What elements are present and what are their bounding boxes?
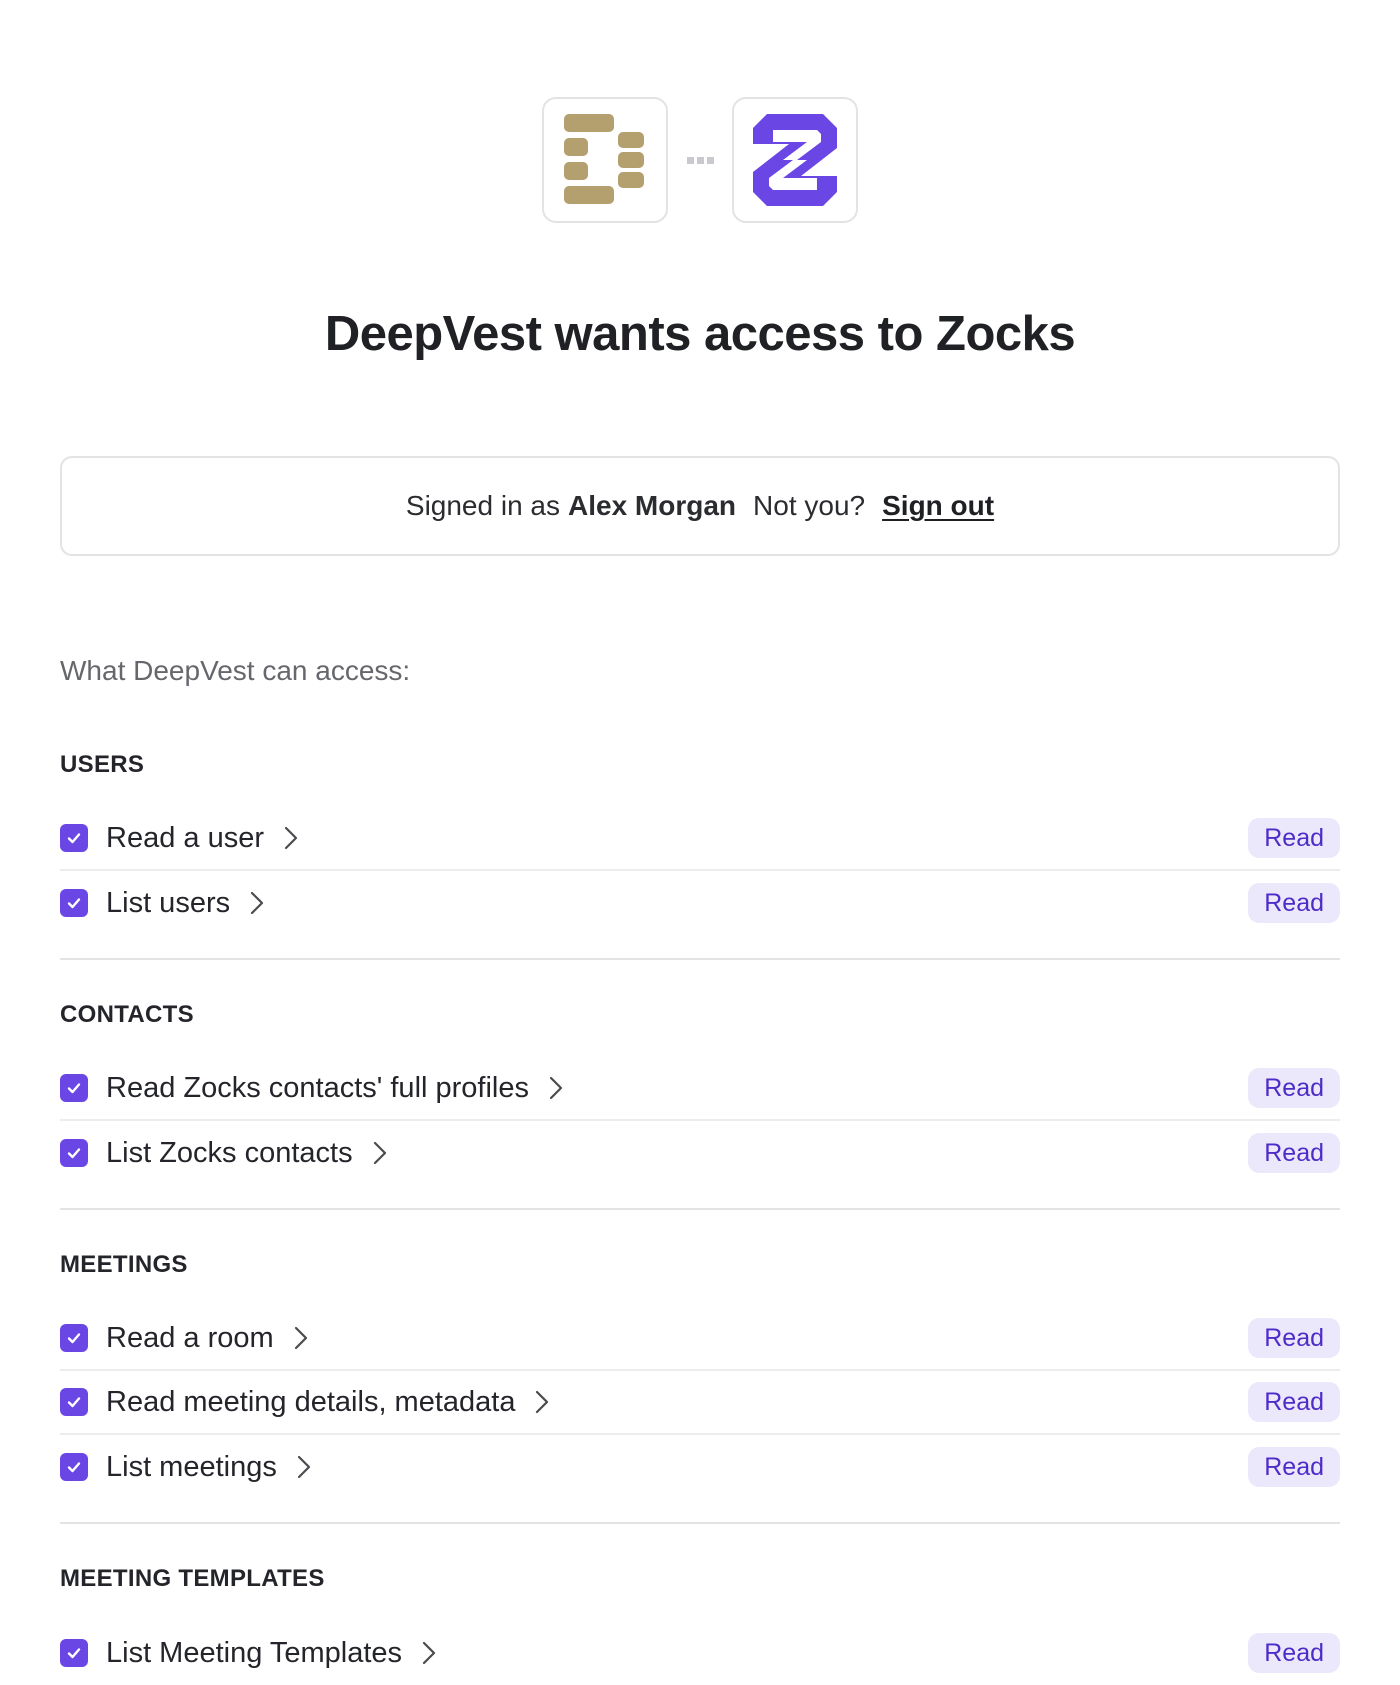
chevron-right-icon[interactable]: [294, 1326, 308, 1350]
read-badge: Read: [1248, 1633, 1340, 1673]
app-logos: [0, 96, 1400, 224]
permission-checkbox[interactable]: [60, 1324, 88, 1352]
chevron-right-icon[interactable]: [549, 1076, 563, 1100]
user-name: Alex Morgan: [568, 490, 737, 521]
section-title: MEETINGS: [60, 1251, 188, 1278]
read-badge: Read: [1248, 1382, 1340, 1422]
section-contacts: CONTACTS Read Zocks contacts' full profi…: [60, 995, 1340, 1185]
read-badge: Read: [1248, 883, 1340, 923]
check-icon: [67, 1333, 81, 1344]
zocks-logo-icon: [753, 114, 837, 206]
check-icon: [67, 1648, 81, 1659]
permission-row: Read a room Read: [60, 1307, 1340, 1371]
permission-row: Read Zocks contacts' full profiles Read: [60, 1057, 1340, 1121]
permission-label: List users: [106, 886, 231, 919]
permission-label: List Zocks contacts: [106, 1136, 353, 1169]
read-badge: Read: [1248, 1133, 1340, 1173]
permission-checkbox[interactable]: [60, 1074, 88, 1102]
permission-checkbox[interactable]: [60, 889, 88, 917]
permission-label: Read meeting details, metadata: [106, 1385, 516, 1418]
deepvest-logo-icon: [564, 114, 644, 204]
read-badge: Read: [1248, 818, 1340, 858]
section-users: USERS Read a user Read List users Read: [60, 745, 1340, 935]
chevron-right-icon[interactable]: [422, 1641, 436, 1665]
check-icon: [67, 898, 81, 909]
permission-label: List meetings: [106, 1450, 277, 1483]
check-icon: [67, 833, 81, 844]
chevron-right-icon[interactable]: [535, 1390, 549, 1414]
permission-row: List Meeting Templates Read: [60, 1621, 1340, 1685]
permission-row: List Zocks contacts Read: [60, 1121, 1340, 1185]
read-badge: Read: [1248, 1068, 1340, 1108]
permission-label: Read a room: [106, 1321, 274, 1354]
permission-checkbox[interactable]: [60, 1453, 88, 1481]
permission-checkbox[interactable]: [60, 824, 88, 852]
permission-label: List Meeting Templates: [106, 1636, 403, 1669]
access-heading: What DeepVest can access:: [60, 655, 411, 686]
permission-row: Read meeting details, metadata Read: [60, 1371, 1340, 1435]
read-badge: Read: [1248, 1447, 1340, 1487]
permission-label: Read Zocks contacts' full profiles: [106, 1071, 529, 1104]
read-badge: Read: [1248, 1318, 1340, 1358]
permission-checkbox[interactable]: [60, 1639, 88, 1667]
not-you-text: Not you?: [753, 490, 866, 521]
chevron-right-icon[interactable]: [373, 1141, 387, 1165]
section-divider: [60, 1522, 1340, 1524]
section-meetings: MEETINGS Read a room Read Read meeting d…: [60, 1245, 1340, 1499]
check-icon: [67, 1462, 81, 1473]
chevron-right-icon[interactable]: [284, 826, 298, 850]
check-icon: [67, 1148, 81, 1159]
check-icon: [67, 1083, 81, 1094]
section-divider: [60, 958, 1340, 960]
section-meeting-templates: MEETING TEMPLATES List Meeting Templates…: [60, 1559, 1340, 1685]
section-title: USERS: [60, 751, 145, 778]
section-title: CONTACTS: [60, 1001, 194, 1028]
signin-status: Signed in as Alex Morgan Not you? Sign o…: [60, 456, 1340, 556]
section-title: MEETING TEMPLATES: [60, 1565, 325, 1592]
oauth-consent-page: DeepVest wants access to Zocks Signed in…: [0, 0, 1400, 1673]
sign-out-link[interactable]: Sign out: [882, 490, 994, 522]
chevron-right-icon[interactable]: [297, 1455, 311, 1479]
permission-checkbox[interactable]: [60, 1139, 88, 1167]
signin-prefix: Signed in as: [405, 490, 560, 521]
section-divider: [60, 1208, 1340, 1210]
permission-row: Read a user Read: [60, 807, 1340, 871]
check-icon: [67, 1397, 81, 1408]
page-title: DeepVest wants access to Zocks: [324, 307, 1076, 361]
zocks-logo: [732, 97, 858, 223]
connector-dots: [668, 156, 732, 164]
permission-checkbox[interactable]: [60, 1388, 88, 1416]
deepvest-logo: [542, 97, 668, 223]
chevron-right-icon[interactable]: [250, 891, 264, 915]
permission-row: List users Read: [60, 871, 1340, 935]
permission-label: Read a user: [106, 821, 264, 854]
permission-row: List meetings Read: [60, 1435, 1340, 1499]
